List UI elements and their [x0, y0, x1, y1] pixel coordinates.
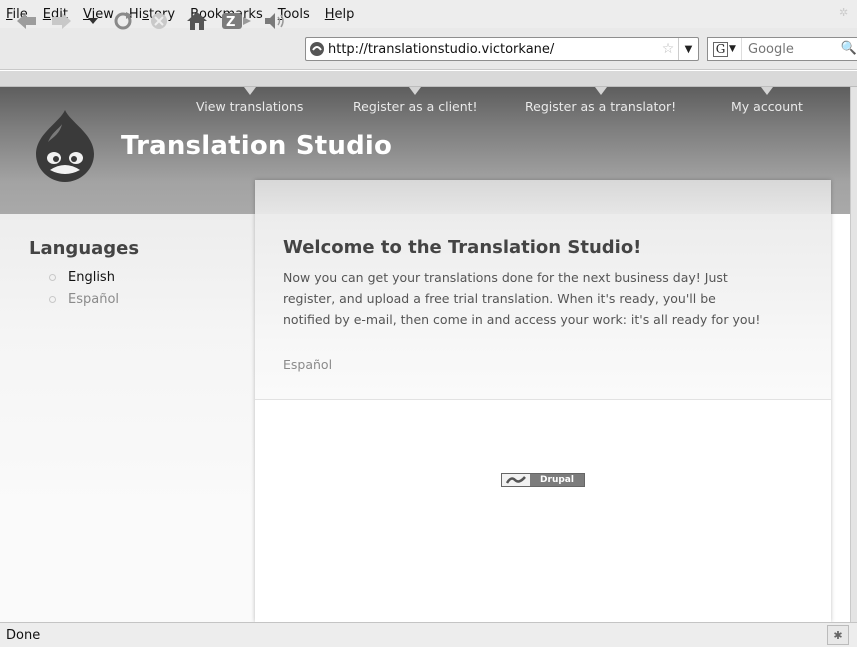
site-name[interactable]: Translation Studio — [121, 131, 392, 161]
nav-view-translations[interactable]: View translations — [196, 87, 303, 114]
reload-button[interactable] — [110, 9, 136, 33]
back-icon — [17, 13, 36, 29]
vertical-scrollbar[interactable] — [850, 87, 857, 622]
content-tab-area — [255, 180, 831, 214]
forward-button[interactable] — [48, 9, 74, 33]
speaker-icon — [265, 13, 284, 29]
main-content: Welcome to the Translation Studio! Now y… — [255, 180, 831, 622]
home-button[interactable] — [184, 9, 210, 33]
back-button[interactable] — [14, 9, 40, 33]
bookmark-star-icon[interactable]: ☆ — [658, 41, 678, 57]
language-item-english[interactable]: English — [49, 270, 119, 292]
powered-by-drupal-badge[interactable]: Drupal — [501, 473, 585, 487]
addon-status-icon[interactable]: ✱ — [827, 625, 849, 645]
tab-strip — [0, 71, 857, 87]
sidebar: Languages English Español — [0, 214, 255, 622]
welcome-line: notified by e-mail, then come in and acc… — [283, 312, 761, 327]
languages-block-title: Languages — [29, 238, 140, 259]
stop-button[interactable] — [146, 9, 172, 33]
google-engine-icon: G — [713, 41, 729, 57]
stop-icon — [151, 13, 167, 29]
status-text: Done — [6, 627, 41, 643]
home-icon — [187, 12, 207, 30]
zotero-icon: Z — [222, 13, 251, 30]
primary-links: View translations Register as a client! … — [0, 87, 850, 119]
nav-register-translator[interactable]: Register as a translator! — [525, 87, 676, 114]
search-input[interactable] — [748, 41, 828, 57]
language-item-espanol[interactable]: Español — [49, 292, 119, 314]
drupal-logo[interactable] — [32, 108, 98, 184]
status-bar: Done ✱ — [0, 622, 857, 647]
search-icon[interactable]: 🔍 — [841, 41, 857, 56]
zotero-button[interactable]: Z — [220, 9, 254, 33]
search-bar[interactable]: G ▼ 🔍 — [707, 37, 857, 61]
language-list: English Español — [49, 270, 119, 314]
page-title: Welcome to the Translation Studio! — [283, 237, 642, 258]
url-text[interactable]: http://translationstudio.victorkane/ — [328, 42, 658, 57]
chevron-down-icon: ▼ — [729, 44, 736, 54]
search-engine-selector[interactable]: G ▼ — [708, 38, 742, 60]
svg-text:Z: Z — [226, 15, 235, 30]
welcome-text: Now you can get your translations done f… — [283, 267, 813, 330]
url-dropdown-icon[interactable]: ▼ — [678, 38, 698, 60]
forward-icon — [52, 13, 71, 29]
history-dropdown-icon — [88, 18, 98, 24]
menu-help[interactable]: Help — [325, 7, 355, 22]
drupal-drop-icon — [502, 474, 530, 486]
welcome-line: Now you can get your translations done f… — [283, 270, 728, 285]
page-viewport: View translations Register as a client! … — [0, 87, 850, 622]
nav-my-account[interactable]: My account — [731, 87, 803, 114]
language-link-espanol[interactable]: Español — [283, 357, 332, 372]
throbber-icon: ✲ — [839, 6, 849, 19]
welcome-line: register, and upload a free trial transl… — [283, 291, 716, 306]
url-bar[interactable]: http://translationstudio.victorkane/ ☆ ▼ — [305, 37, 699, 61]
nav-register-client[interactable]: Register as a client! — [353, 87, 478, 114]
site-identity-icon[interactable] — [306, 38, 328, 60]
speaker-button[interactable] — [262, 9, 288, 33]
history-dropdown-button[interactable] — [86, 9, 100, 33]
reload-icon — [114, 12, 132, 30]
powered-by-label: Drupal — [540, 475, 574, 485]
